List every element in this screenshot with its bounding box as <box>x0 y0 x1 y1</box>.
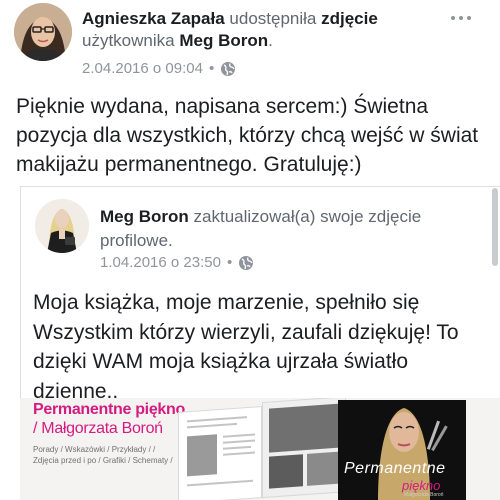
page-text-line <box>223 451 255 456</box>
more-dot-icon <box>467 16 471 20</box>
more-options-button[interactable] <box>446 8 476 28</box>
shared-timestamp[interactable]: 1.04.2016 o 23:50 <box>100 254 221 271</box>
shared-avatar[interactable] <box>35 199 89 253</box>
post-body-text: Pięknie wydana, napisana sercem:) Świetn… <box>16 95 479 176</box>
post-author-link[interactable]: Agnieszka Zapała <box>82 9 225 28</box>
globe-icon[interactable] <box>238 255 254 271</box>
page-text-line <box>187 416 247 423</box>
page-photo <box>269 403 341 453</box>
book-title: Permanentne piękno <box>33 401 185 418</box>
book-spread-image <box>178 398 348 500</box>
more-dot-icon <box>451 16 455 20</box>
shared-meta: 1.04.2016 o 23:50 • <box>100 254 254 271</box>
page-text-line <box>223 439 255 444</box>
book-page-left <box>178 406 262 500</box>
book-cover-image: Permanentne piękno Małgorzata Boroń <box>338 400 466 500</box>
page-photo <box>269 454 303 489</box>
page-text-line <box>223 433 255 438</box>
page-photo <box>307 451 341 486</box>
post-header-text: Agnieszka Zapała udostępniła zdjęcie uży… <box>82 8 442 52</box>
post-meta: 2.04.2016 o 09:04 • <box>82 60 236 77</box>
page-text-line <box>223 445 251 450</box>
avatar[interactable] <box>14 3 72 61</box>
post-action-suffix: użytkownika <box>82 31 175 50</box>
book-tags: Porady / Wskazówki / Przykłady / / Zdjęc… <box>33 445 173 465</box>
book-page-right <box>262 398 346 499</box>
more-dot-icon <box>459 16 463 20</box>
meta-separator: • <box>226 254 233 271</box>
meta-separator: • <box>208 60 215 77</box>
cover-author: Małgorzata Boroń <box>404 492 444 498</box>
globe-icon[interactable] <box>220 61 236 77</box>
post-action-prefix: udostępniła <box>229 9 317 28</box>
page-text-line <box>187 422 237 429</box>
shared-user-link[interactable]: Meg Boron <box>179 31 268 50</box>
scrollbar-thumb[interactable] <box>492 188 498 266</box>
book-promo-image[interactable]: Permanentne piękno / Małgorzata Boroń Po… <box>20 398 500 500</box>
cover-subtitle: piękno <box>402 478 441 493</box>
post-header: Agnieszka Zapała udostępniła zdjęcie uży… <box>0 0 500 86</box>
post-action-object-link[interactable]: zdjęcie <box>321 9 378 28</box>
page-text-line <box>187 479 253 487</box>
page-photo <box>187 434 217 477</box>
book-author: / Małgorzata Boroń <box>33 420 163 437</box>
cover-title: Permanentne <box>344 460 446 477</box>
shared-body-text: Moja książka, moje marzenie, spełniło si… <box>33 291 459 403</box>
post-timestamp[interactable]: 2.04.2016 o 09:04 <box>82 60 203 77</box>
post-header-period: . <box>268 31 273 50</box>
shared-author-link[interactable]: Meg Boron <box>100 207 189 226</box>
shared-header-text: Meg Boron zaktualizował(a) swoje zdjęcie… <box>100 205 480 253</box>
